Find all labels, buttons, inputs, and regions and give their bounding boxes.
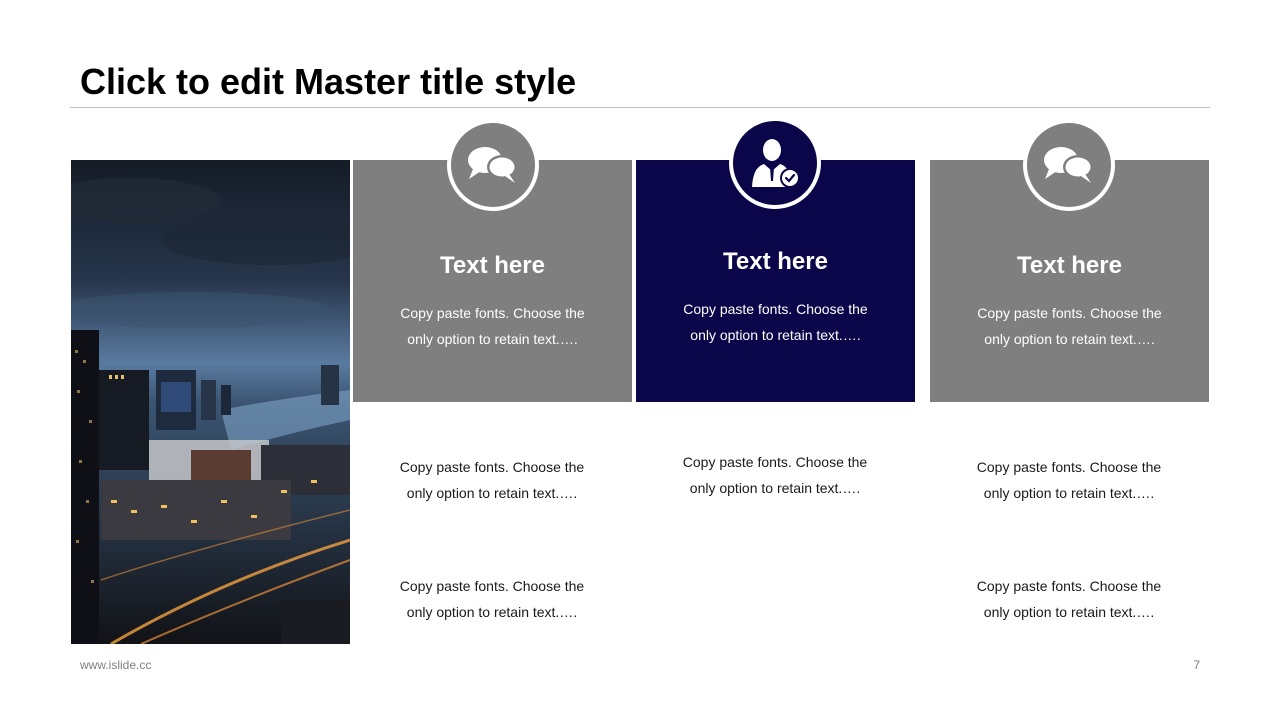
body-text-line-1: Copy paste fonts. Choose the: [399, 578, 585, 594]
businessman-check-icon: [752, 139, 800, 188]
card-description: Copy paste fonts. Choose the only option…: [960, 300, 1179, 352]
speech-bubbles-icon: [468, 147, 517, 183]
body-text-line-1: Copy paste fonts. Choose the: [976, 459, 1162, 475]
footer-url[interactable]: www.islide.cc: [80, 658, 151, 672]
body-text-line-2: only option to retain text.….: [406, 604, 578, 620]
body-text-line-1: Copy paste fonts. Choose the: [976, 578, 1162, 594]
column-3-body-text-1: Copy paste fonts. Choose the only option…: [949, 454, 1189, 506]
card-description-line-2: only option to retain text.….: [984, 331, 1155, 347]
businessman-icon-badge: [729, 117, 821, 209]
speech-bubbles-icon: [1044, 147, 1093, 183]
title-divider: [70, 107, 1210, 108]
body-text-line-2: only option to retain text.….: [983, 604, 1155, 620]
card-description: Copy paste fonts. Choose the only option…: [666, 296, 885, 348]
city-night-photo: [71, 160, 350, 644]
column-1-body-text-1: Copy paste fonts. Choose the only option…: [372, 454, 612, 506]
speech-bubbles-icon-badge: [447, 119, 539, 211]
column-2-body-text-1: Copy paste fonts. Choose the only option…: [655, 449, 895, 501]
speech-bubbles-icon-badge: [1023, 119, 1115, 211]
card-description-line-1: Copy paste fonts. Choose the: [977, 305, 1162, 321]
card-description-line-1: Copy paste fonts. Choose the: [683, 301, 868, 317]
card-heading: Text here: [723, 248, 828, 275]
body-text-line-1: Copy paste fonts. Choose the: [399, 459, 585, 475]
column-3-body-text-2: Copy paste fonts. Choose the only option…: [949, 573, 1189, 625]
card-description-line-1: Copy paste fonts. Choose the: [400, 305, 585, 321]
city-skyline-illustration: [71, 160, 350, 644]
card-heading: Text here: [440, 252, 545, 279]
body-text-line-2: only option to retain text.….: [983, 485, 1155, 501]
card-description: Copy paste fonts. Choose the only option…: [383, 300, 602, 352]
slide-title: Click to edit Master title style: [80, 61, 577, 102]
body-text-line-1: Copy paste fonts. Choose the: [682, 454, 868, 470]
body-text-line-2: only option to retain text.….: [689, 480, 861, 496]
page-number: 7: [1193, 658, 1200, 672]
card-description-line-2: only option to retain text.….: [407, 331, 578, 347]
body-text-line-2: only option to retain text.….: [406, 485, 578, 501]
card-description-line-2: only option to retain text.….: [690, 327, 861, 343]
card-heading: Text here: [1017, 252, 1122, 279]
column-1-body-text-2: Copy paste fonts. Choose the only option…: [372, 573, 612, 625]
